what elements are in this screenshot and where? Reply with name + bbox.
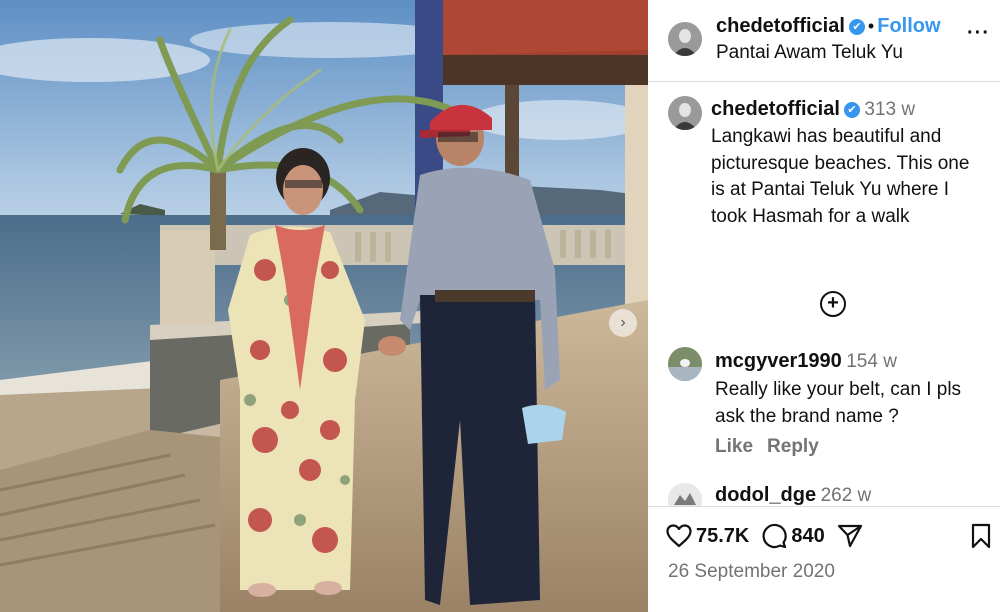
post-image [0, 0, 648, 612]
comment-button[interactable]: 840 [761, 523, 825, 549]
comment-age: 262 w [820, 485, 872, 506]
commenter-avatar[interactable] [668, 483, 702, 506]
save-button[interactable] [970, 523, 992, 554]
like-button[interactable]: 75.7K [666, 524, 749, 548]
share-icon [837, 524, 862, 548]
heart-icon [666, 524, 692, 548]
comment-age: 154 w [846, 351, 897, 372]
bookmark-icon [971, 523, 991, 549]
post-side-panel: chedetofficial ✔ • Follow Pantai Awam Teluk… [648, 0, 1000, 612]
post-date: 26 September 2020 [668, 561, 835, 582]
comment-text: Really like your belt, can I pls ask the… [715, 379, 962, 427]
action-bar: 75.7K 840 [666, 523, 875, 549]
avatar-image [668, 347, 702, 381]
commenter-avatar[interactable] [668, 347, 702, 381]
caption-age: 313 w [864, 99, 916, 120]
author-username[interactable]: chedetofficial [716, 15, 845, 37]
avatar-image [668, 96, 702, 130]
comment: dodol_dge 262 w [648, 480, 1000, 506]
follow-button[interactable]: Follow [877, 15, 940, 37]
verified-icon: ✔ [843, 102, 860, 118]
like-count: 75.7K [696, 524, 750, 547]
comment-count: 840 [791, 524, 825, 547]
post-location[interactable]: Pantai Awam Teluk Yu [716, 42, 903, 64]
caption-avatar[interactable] [668, 96, 702, 130]
comment-icon [762, 523, 788, 549]
comment-like-button[interactable]: Like [715, 436, 753, 457]
more-options-icon[interactable]: ··· [967, 22, 990, 45]
comment-header: mcgyver1990 154 w [715, 350, 897, 373]
author-avatar[interactable] [668, 22, 702, 56]
post-footer: 75.7K 840 26 September 2020 [648, 506, 1000, 612]
caption-text: Langkawi has beautiful and picturesque b… [711, 126, 970, 227]
comment-header: dodol_dge 262 w [715, 484, 871, 506]
post-header: chedetofficial ✔ • Follow Pantai Awam Teluk… [648, 0, 1000, 82]
comment-actions: Like Reply [715, 436, 833, 458]
load-more-comments-icon[interactable]: + [820, 291, 846, 317]
comment-reply-button[interactable]: Reply [767, 436, 819, 457]
share-button[interactable] [837, 524, 863, 548]
caption-header: chedetofficial ✔ 313 w [711, 98, 915, 121]
verified-icon: ✔ [848, 19, 865, 35]
avatar-image [668, 22, 702, 56]
post-photo[interactable]: › [0, 0, 648, 612]
comment-username[interactable]: dodol_dge [715, 484, 816, 506]
separator-dot: • [867, 16, 875, 36]
comment-username[interactable]: mcgyver1990 [715, 350, 842, 372]
header-title-line: chedetofficial ✔ • Follow [716, 15, 941, 38]
next-photo-button[interactable]: › [609, 309, 637, 337]
caption-username[interactable]: chedetofficial [711, 98, 840, 120]
avatar-image [668, 483, 702, 506]
